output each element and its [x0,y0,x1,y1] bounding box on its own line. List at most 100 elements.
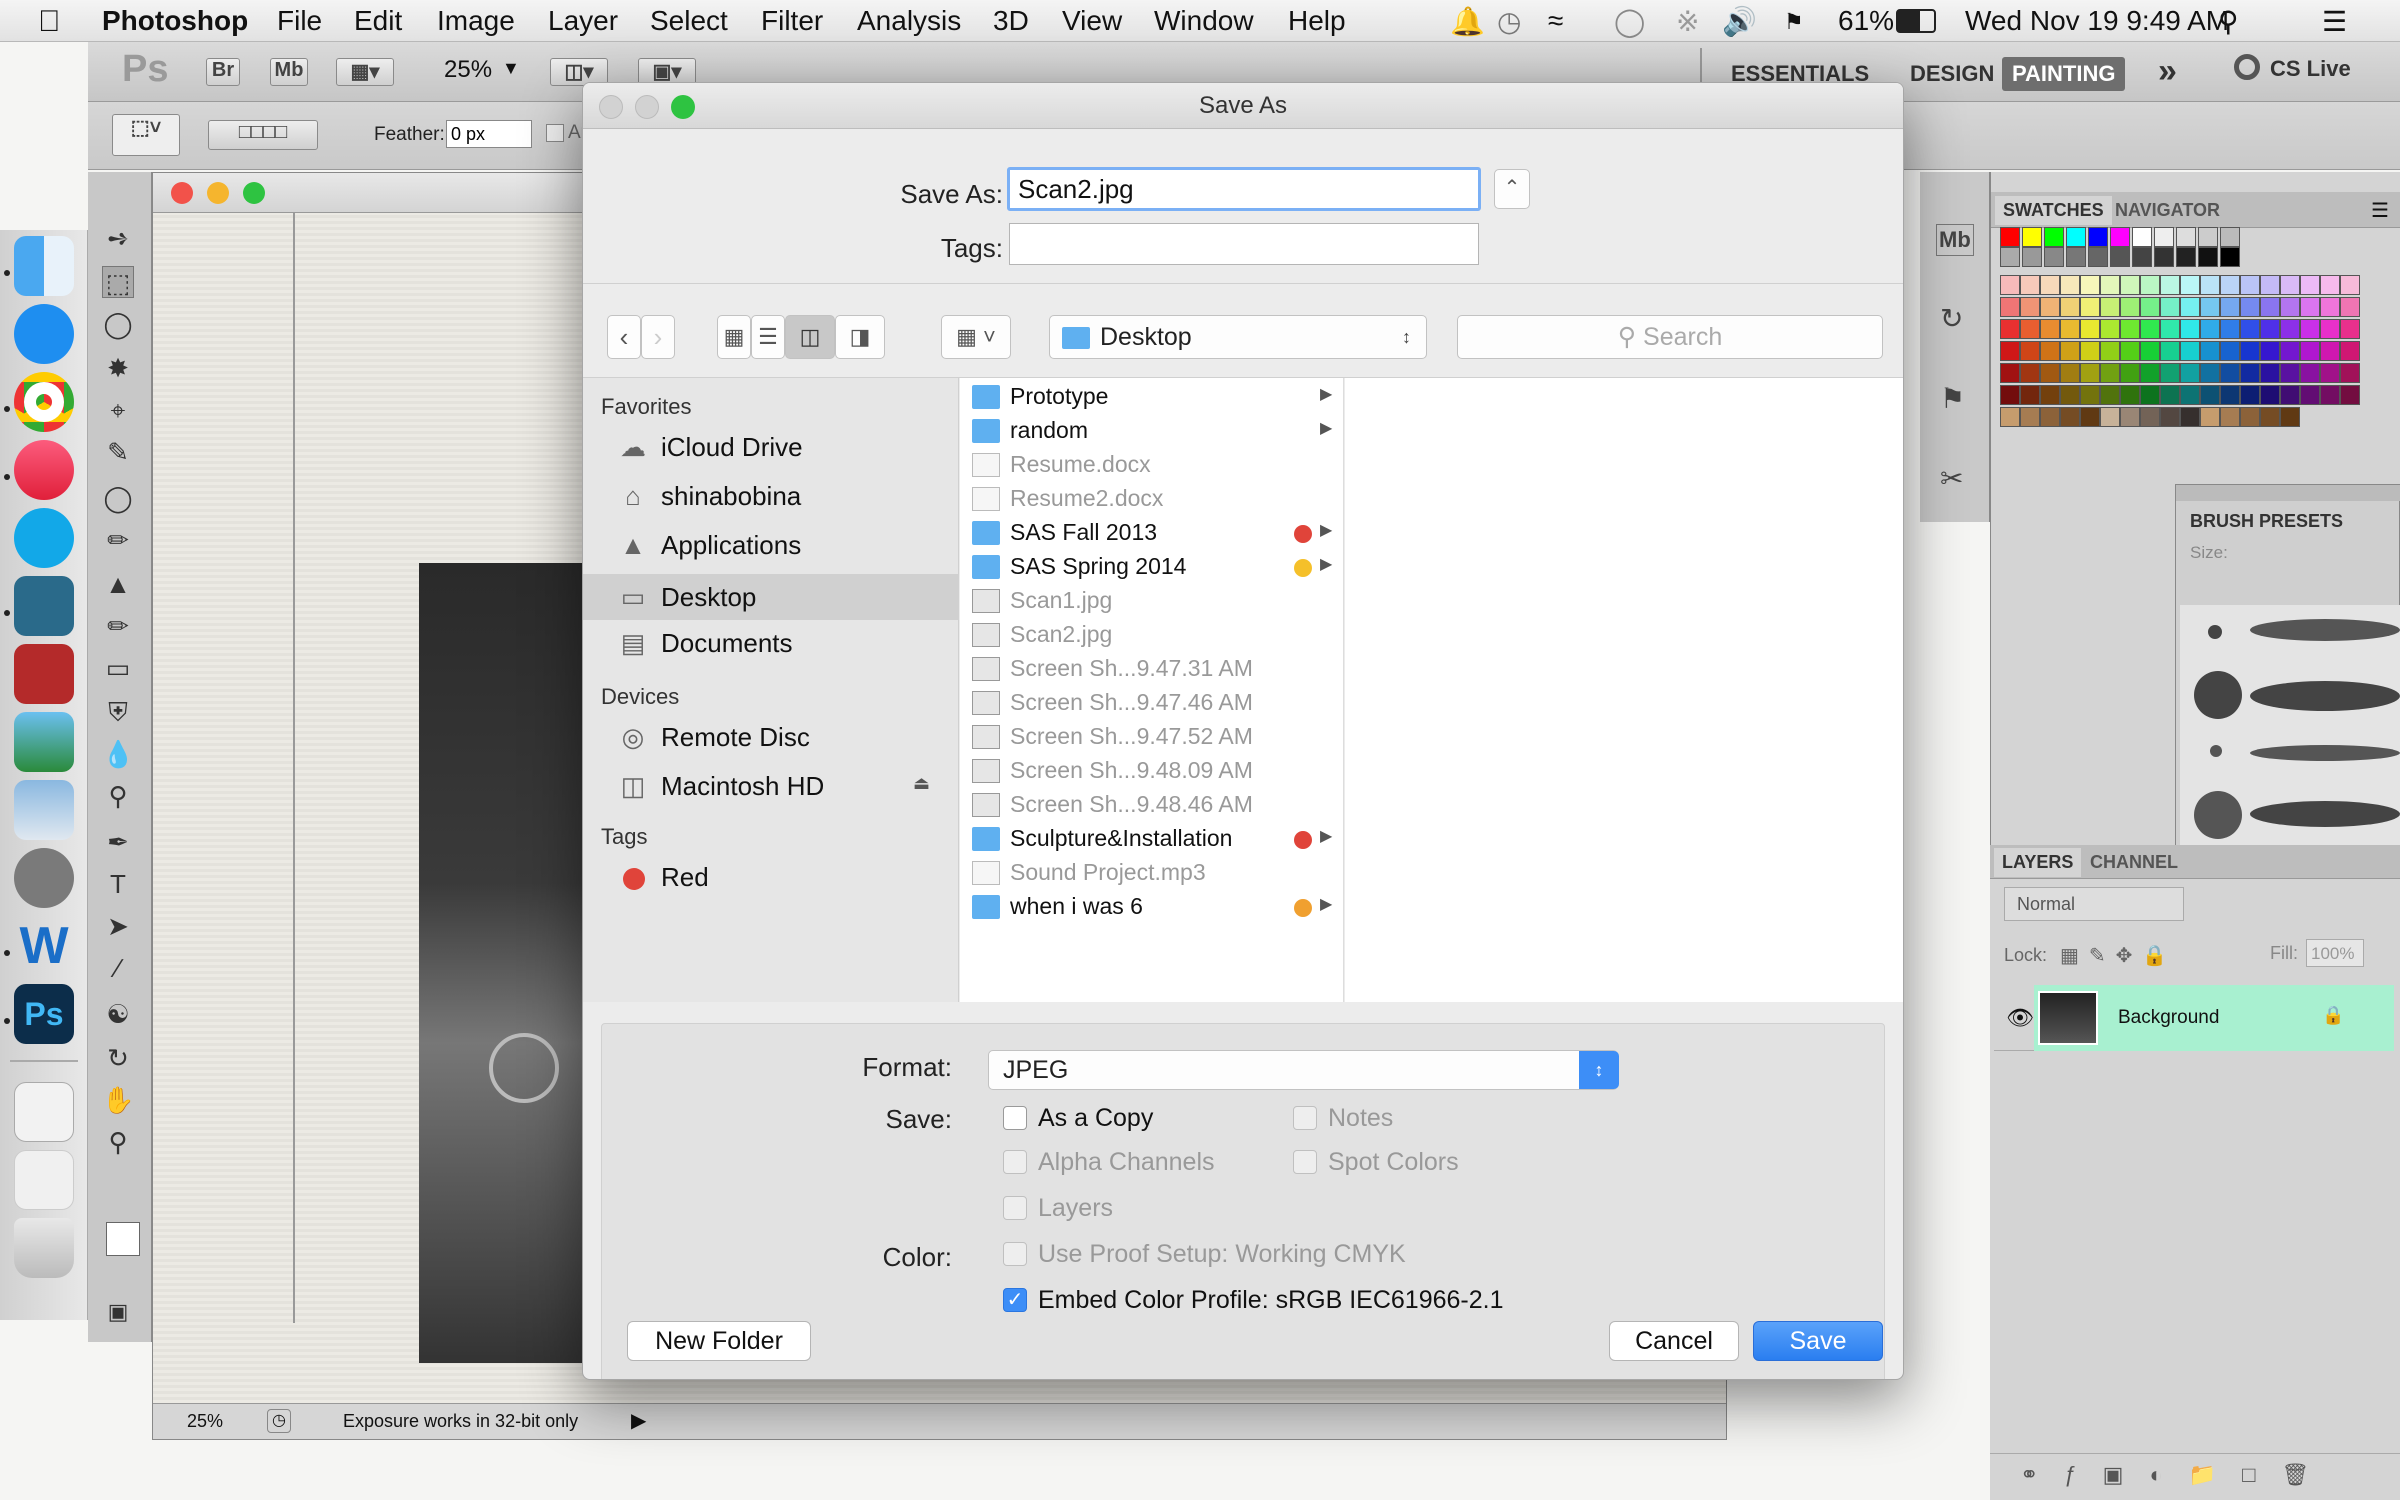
color-swatch[interactable] [2100,341,2120,361]
color-swatch[interactable] [2340,341,2360,361]
color-swatch[interactable] [2120,407,2140,427]
color-swatch[interactable] [2220,227,2240,247]
menu-edit[interactable]: Edit [354,5,402,37]
file-row[interactable]: Screen Sh...9.47.46 AM [960,686,1344,720]
color-swatch[interactable] [2100,363,2120,383]
file-row[interactable]: random ▶ [960,414,1344,448]
color-swatch[interactable] [2140,297,2160,317]
trash-icon[interactable] [14,1218,74,1278]
color-swatch[interactable] [2180,363,2200,383]
tags-input[interactable] [1009,223,1479,265]
history-panel-icon[interactable]: ↻ [1940,302,1963,335]
expand-dialog-button[interactable]: ⌃ [1494,169,1530,209]
pen-tool-icon[interactable]: ✒ [102,826,134,858]
dialog-close-button[interactable] [599,95,623,119]
quick-mask-icon[interactable]: ▣ [102,1296,134,1328]
color-swatch[interactable] [2198,247,2218,267]
cancel-button[interactable]: Cancel [1609,1321,1739,1361]
menu-file[interactable]: File [277,5,322,37]
color-swatch[interactable] [2220,297,2240,317]
color-swatch[interactable] [2160,275,2180,295]
dialog-minimize-button[interactable] [635,95,659,119]
color-swatch[interactable] [2080,319,2100,339]
status-arrow-icon[interactable]: ▶ [631,1408,646,1433]
time-machine-icon[interactable]: ◷ [1497,5,1521,38]
color-swatch[interactable] [2022,247,2042,267]
color-swatch[interactable] [2240,341,2260,361]
icon-view-button[interactable]: ▦ [717,315,751,359]
color-swatch[interactable] [2200,275,2220,295]
color-swatch[interactable] [2220,275,2240,295]
color-swatch[interactable] [2110,227,2130,247]
color-swatch[interactable] [2260,297,2280,317]
color-swatch[interactable] [2340,275,2360,295]
color-swatch[interactable] [2240,385,2260,405]
zoom-tool-icon[interactable]: ⚲ [102,1126,134,1158]
filename-input[interactable]: Scan2.jpg [1007,167,1481,211]
color-swatch[interactable] [2320,297,2340,317]
color-swatch[interactable] [2060,297,2080,317]
file-row[interactable]: Screen Sh...9.48.09 AM [960,754,1344,788]
location-popup[interactable]: Desktop ↕ [1049,315,1427,359]
color-swatch[interactable] [2132,227,2152,247]
color-swatch[interactable] [2060,363,2080,383]
color-swatch[interactable] [2000,385,2020,405]
color-swatch[interactable] [2220,247,2240,267]
foreground-color-swatch[interactable] [106,1222,140,1256]
path-selection-tool-icon[interactable]: ➤ [102,910,134,942]
menu-view[interactable]: View [1062,5,1122,37]
color-swatch[interactable] [2320,275,2340,295]
color-swatch[interactable] [2000,319,2020,339]
color-swatch[interactable] [2140,385,2160,405]
status-zoom[interactable]: 25% [187,1411,223,1432]
agent-app-icon[interactable] [14,576,74,636]
notification-center-icon[interactable]: ☰ [2322,5,2347,38]
anti-alias-checkbox[interactable] [546,124,564,142]
line-tool-icon[interactable]: ∕ [102,952,134,984]
sidebar-item-home[interactable]: ⌂ shinabobina [583,473,959,519]
color-swatch[interactable] [2176,227,2196,247]
layer-row[interactable]: 👁 Background 🔒 [1994,985,2394,1051]
color-swatch[interactable] [2120,319,2140,339]
skype-icon[interactable] [14,508,74,568]
color-swatch[interactable] [2220,407,2240,427]
save-button[interactable]: Save [1753,1321,1883,1361]
paint-bucket-tool-icon[interactable]: ⛨ [102,696,134,728]
color-swatch[interactable] [2280,407,2300,427]
color-swatch[interactable] [2040,319,2060,339]
layers-footer-icons[interactable]: ⚭ƒ▣◐📁□🗑 [1990,1453,2400,1499]
color-swatch[interactable] [2040,341,2060,361]
workspace-painting[interactable]: PAINTING [2002,57,2126,91]
dodge-tool-icon[interactable]: ⚲ [102,780,134,812]
cs-live-icon[interactable] [2234,54,2260,80]
sidebar-item-applications[interactable]: ▲ Applications [583,522,959,568]
tab-channels[interactable]: CHANNEL [2082,848,2186,877]
color-swatch[interactable] [2080,363,2100,383]
tab-brush-presets[interactable]: BRUSH PRESETS [2182,507,2351,536]
color-swatch[interactable] [2140,319,2160,339]
color-swatch[interactable] [2160,319,2180,339]
color-swatch[interactable] [2160,363,2180,383]
file-row[interactable]: Resume.docx [960,448,1344,482]
color-swatch[interactable] [2200,363,2220,383]
file-row[interactable]: Sculpture&Installation ▶ [960,822,1344,856]
menu-analysis[interactable]: Analysis [857,5,961,37]
color-swatch[interactable] [2320,363,2340,383]
embed-color-profile-checkbox[interactable]: ✓ [1003,1288,1027,1312]
healing-brush-tool-icon[interactable]: ◯ [102,482,134,514]
document-stack-icon[interactable] [14,1082,74,1142]
color-swatch[interactable] [2260,341,2280,361]
file-row[interactable]: Sound Project.mp3 [960,856,1344,890]
lock-icons[interactable]: ▦✎✥🔒 [2060,943,2177,968]
file-row[interactable]: SAS Spring 2014 ▶ [960,550,1344,584]
battery-icon[interactable] [1896,9,1936,33]
column-view-button[interactable]: ◫ [785,315,835,359]
color-swatch[interactable] [2120,385,2140,405]
color-swatch[interactable] [2100,297,2120,317]
color-swatch[interactable] [2060,341,2080,361]
marquee-preset-picker[interactable]: ⬚˅ [112,114,180,156]
color-swatch[interactable] [2060,407,2080,427]
chrome-icon[interactable] [14,372,74,432]
brush-tool-icon[interactable]: ✏ [102,524,134,556]
type-tool-icon[interactable]: T [102,868,134,900]
